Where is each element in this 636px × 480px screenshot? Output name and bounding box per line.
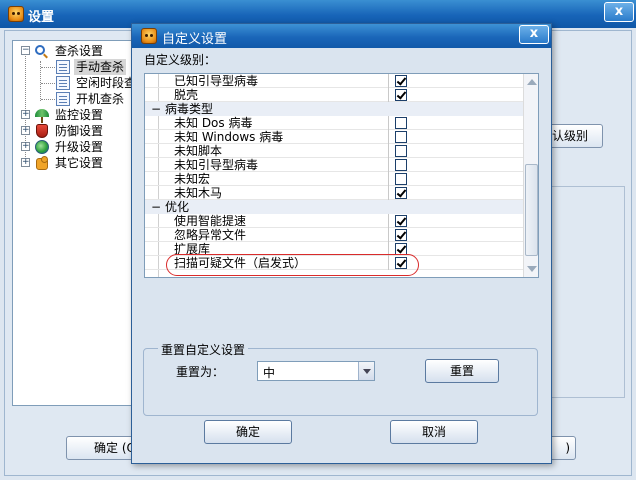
list-item[interactable]: 忽略异常文件: [145, 228, 523, 242]
list-item-label: 未知引导型病毒: [174, 158, 259, 172]
tree-item-label: 手动查杀: [74, 59, 127, 75]
list-item[interactable]: 脱壳: [145, 88, 523, 102]
list-item-label: 使用智能提速: [174, 214, 247, 228]
list-group-virus-type[interactable]: − 病毒类型: [145, 102, 523, 116]
highlight-annotation-oval: [166, 254, 419, 276]
tree-item-boot-scan[interactable]: 开机查杀: [13, 91, 133, 107]
list-item[interactable]: 未知脚本: [145, 144, 523, 158]
settings-options-group: [545, 186, 625, 398]
shield-icon: [36, 124, 48, 138]
list-item-checkbox[interactable]: [395, 173, 407, 185]
tree-item-monitor-settings[interactable]: + 监控设置: [13, 107, 133, 123]
expand-toggle-icon[interactable]: +: [21, 110, 30, 119]
list-item-checkbox[interactable]: [395, 89, 407, 101]
list-item[interactable]: 未知宏: [145, 172, 523, 186]
list-item-label: 未知脚本: [174, 144, 223, 158]
tree-item-other-settings[interactable]: + 其它设置: [13, 155, 133, 171]
tree-item-manual-scan[interactable]: 手动查杀: [13, 59, 133, 75]
list-group-optimize[interactable]: − 优化: [145, 200, 523, 214]
list-vertical-scrollbar[interactable]: [523, 74, 538, 277]
list-item-checkbox[interactable]: [395, 145, 407, 157]
tree-item-label: 查杀设置: [55, 44, 104, 58]
list-item-checkbox[interactable]: [395, 159, 407, 171]
list-item-label: 已知引导型病毒: [174, 74, 259, 88]
list-item[interactable]: 未知木马: [145, 186, 523, 200]
dialog-ok-button[interactable]: 确定: [204, 420, 292, 444]
reset-level-value: 中: [263, 366, 276, 380]
dialog-close-button[interactable]: x: [519, 25, 549, 44]
list-item-label: 未知 Dos 病毒: [174, 116, 253, 130]
tree-item-defense-settings[interactable]: + 防御设置: [13, 123, 133, 139]
custom-settings-title: 自定义设置: [162, 32, 228, 47]
puzzle-icon: [36, 156, 48, 170]
list-item[interactable]: 未知 Windows 病毒: [145, 130, 523, 144]
list-item-label: 脱壳: [174, 88, 199, 102]
settings-close-button[interactable]: x: [604, 2, 634, 22]
list-item-checkbox[interactable]: [395, 215, 407, 227]
magnifier-icon: [35, 45, 45, 55]
tree-item-label: 空闲时段查: [76, 76, 133, 90]
list-item-label: 未知 Windows 病毒: [174, 130, 284, 144]
list-item[interactable]: 未知引导型病毒: [145, 158, 523, 172]
list-group-label: 优化: [165, 200, 190, 214]
scroll-down-arrow-icon[interactable]: [527, 266, 537, 272]
custom-settings-dialog: 自定义设置 x 自定义级别： 已知引导型病毒 脱壳 − 病毒类型 未知 Dos …: [131, 23, 552, 464]
reset-button[interactable]: 重置: [425, 359, 499, 383]
globe-icon: [35, 140, 49, 154]
reset-level-select[interactable]: 中: [257, 361, 375, 381]
list-item-label: 未知木马: [174, 186, 223, 200]
tree-item-label: 其它设置: [55, 156, 104, 170]
list-item-checkbox[interactable]: [395, 75, 407, 87]
list-item[interactable]: 使用智能提速: [145, 214, 523, 228]
list-item-checkbox[interactable]: [395, 229, 407, 241]
settings-window-title: 设置: [28, 10, 55, 25]
list-item-checkbox[interactable]: [395, 117, 407, 129]
expand-toggle-icon[interactable]: +: [21, 158, 30, 167]
custom-level-list: 已知引导型病毒 脱壳 − 病毒类型 未知 Dos 病毒 未知 Windows 病…: [144, 73, 539, 278]
list-group-label: 病毒类型: [165, 102, 214, 116]
document-icon: [56, 76, 70, 90]
scroll-thumb[interactable]: [525, 164, 538, 256]
list-item-checkbox[interactable]: [395, 187, 407, 199]
collapse-toggle-icon[interactable]: −: [151, 200, 161, 214]
custom-settings-title-bar[interactable]: 自定义设置 x: [132, 24, 551, 48]
expand-toggle-icon[interactable]: +: [21, 126, 30, 135]
document-icon: [56, 92, 70, 106]
tree-item-scan-settings[interactable]: − 查杀设置: [13, 43, 133, 59]
settings-category-tree: − 查杀设置 手动查杀 空闲时段查 开机查杀 + 监控设置 + 防御设置 + 升…: [12, 40, 136, 406]
tree-item-idle-scan[interactable]: 空闲时段查: [13, 75, 133, 91]
app-logo-icon: [141, 28, 157, 44]
dialog-cancel-button[interactable]: 取消: [390, 420, 478, 444]
list-item[interactable]: 已知引导型病毒: [145, 74, 523, 88]
custom-level-label: 自定义级别：: [144, 53, 217, 67]
collapse-toggle-icon[interactable]: −: [21, 46, 30, 55]
collapse-toggle-icon[interactable]: −: [151, 102, 161, 116]
list-item[interactable]: 未知 Dos 病毒: [145, 116, 523, 130]
expand-toggle-icon[interactable]: +: [21, 142, 30, 151]
list-item-checkbox[interactable]: [395, 131, 407, 143]
scroll-up-arrow-icon[interactable]: [527, 79, 537, 85]
tree-item-upgrade-settings[interactable]: + 升级设置: [13, 139, 133, 155]
list-item-label: 忽略异常文件: [174, 228, 247, 242]
tree-item-label: 开机查杀: [76, 92, 125, 106]
tree-item-label: 升级设置: [55, 140, 104, 154]
umbrella-icon: [35, 109, 49, 123]
chevron-down-icon[interactable]: [358, 362, 374, 380]
tree-item-label: 监控设置: [55, 108, 104, 122]
tree-item-label: 防御设置: [55, 124, 104, 138]
list-item-label: 未知宏: [174, 172, 211, 186]
app-logo-icon: [8, 6, 24, 22]
document-icon: [56, 60, 70, 74]
